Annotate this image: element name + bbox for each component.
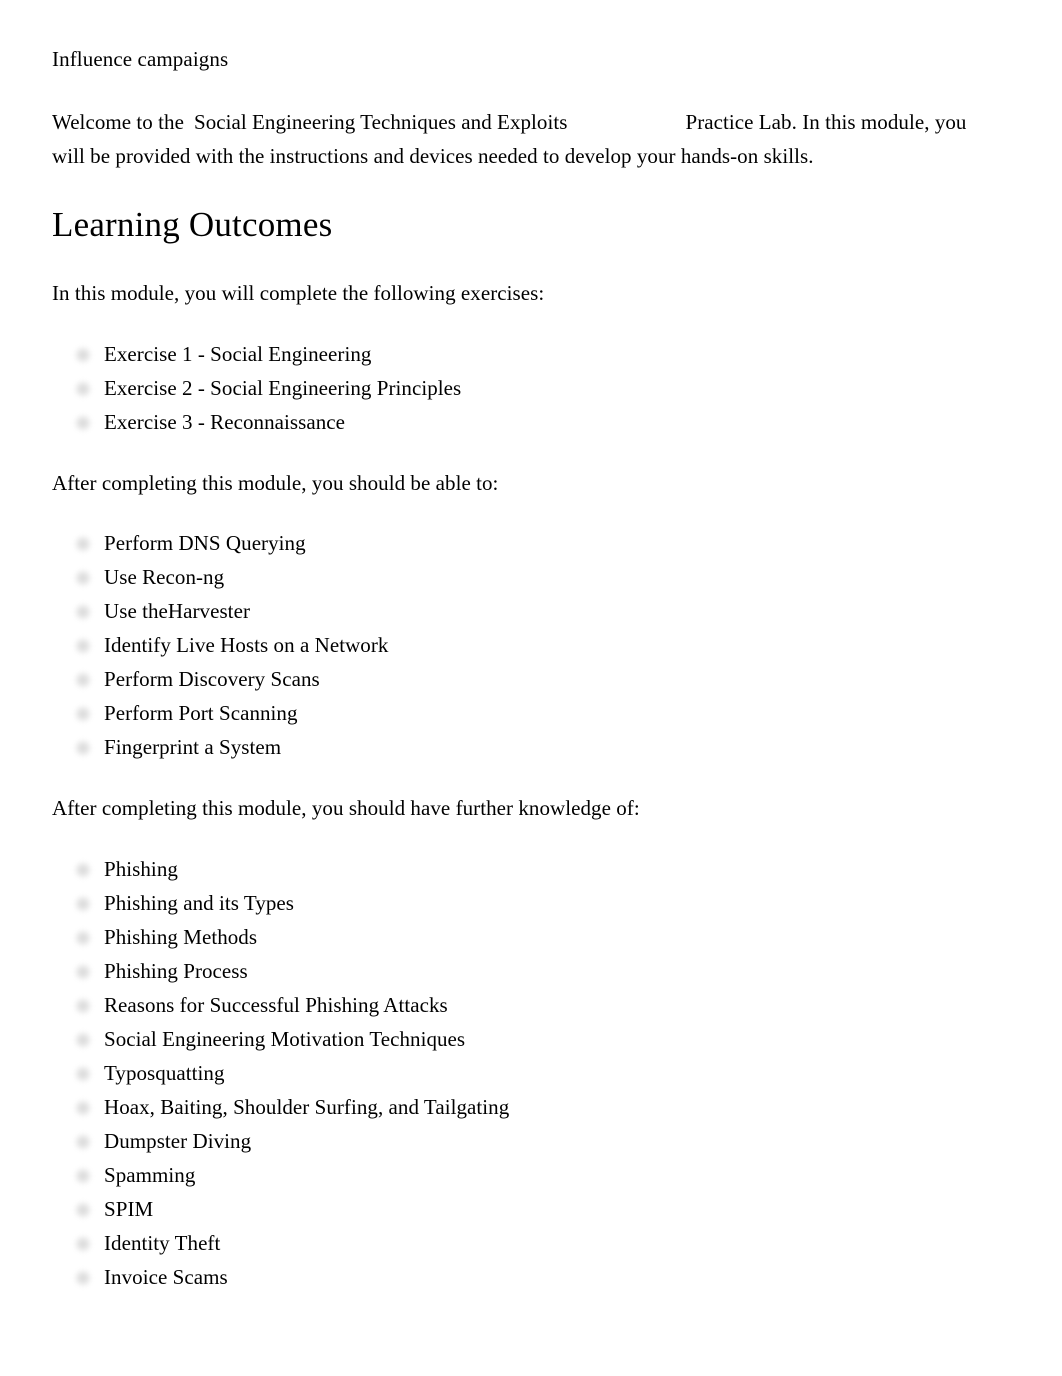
list-item-label: SPIM [104, 1196, 154, 1221]
list-item-label: Invoice Scams [104, 1264, 228, 1289]
bullet-marker-icon [74, 569, 92, 587]
bullet-marker-icon [74, 1098, 92, 1117]
list-item: Phishing Process [52, 954, 1010, 988]
lab-name: Social Engineering Techniques and Exploi… [193, 110, 568, 134]
list-item: Phishing [52, 852, 1010, 886]
list-item: Dumpster Diving [52, 1124, 1010, 1158]
list-item-label: Exercise 2 - Social Engineering Principl… [104, 375, 462, 400]
bullet-marker-icon [74, 860, 92, 879]
knowledge-intro-paragraph: After completing this module, you should… [52, 796, 640, 820]
bullet-marker-icon [74, 1166, 92, 1185]
list-item: Exercise 2 - Social Engineering Principl… [52, 371, 1010, 405]
list-item-label: Perform Port Scanning [104, 701, 298, 725]
list-item: Fingerprint a System [52, 730, 1010, 764]
intro-before-lab-name: Welcome to the [52, 110, 184, 134]
bullet-marker-icon [74, 996, 92, 1015]
objectives-intro-paragraph: After completing this module, you should… [52, 470, 499, 495]
bullet-marker-icon [74, 535, 92, 553]
document-page: Influence campaigns Welcome to the Social… [0, 0, 1062, 1376]
list-item-label: Identify Live Hosts on a Network [104, 633, 389, 657]
list-item-label: Exercise 1 - Social Engineering [104, 341, 372, 366]
list-item-label: Social Engineering Motivation Techniques [104, 1026, 466, 1051]
page-title: Influence campaigns [52, 47, 229, 71]
list-item-label: Identity Theft [104, 1230, 221, 1255]
list-item: Social Engineering Motivation Techniques [52, 1022, 1010, 1056]
list-item-label: Phishing Process [104, 958, 248, 983]
list-item: Invoice Scams [52, 1260, 1010, 1294]
list-item: Spamming [52, 1158, 1010, 1192]
list-item: Identify Live Hosts on a Network [52, 628, 1010, 662]
bullet-marker-icon [74, 739, 92, 757]
list-item: Phishing and its Types [52, 886, 1010, 920]
list-item-label: Fingerprint a System [104, 735, 282, 759]
bullet-marker-icon [74, 1064, 92, 1083]
list-item-label: Phishing Methods [104, 924, 258, 949]
bullet-marker-icon [74, 379, 92, 398]
bullet-marker-icon [74, 413, 92, 432]
list-item-label: Phishing and its Types [104, 890, 295, 915]
list-item-label: Reasons for Successful Phishing Attacks [104, 992, 448, 1017]
list-item: Typosquatting [52, 1056, 1010, 1090]
section-heading-learning-outcomes: Learning Outcomes [52, 205, 333, 244]
list-item-label: Use Recon-ng [104, 565, 225, 589]
list-item: Perform DNS Querying [52, 526, 1010, 560]
list-item-label: Perform Discovery Scans [104, 667, 320, 691]
list-item: Use Recon-ng [52, 560, 1010, 594]
list-item: Exercise 3 - Reconnaissance [52, 405, 1010, 439]
list-item-label: Typosquatting [104, 1060, 225, 1085]
bullet-marker-icon [74, 705, 92, 723]
list-item: Perform Port Scanning [52, 696, 1010, 730]
intro-paragraph: Welcome to the Social Engineering Techniq… [52, 106, 982, 173]
bullet-marker-icon [74, 1200, 92, 1219]
bullet-marker-icon [74, 671, 92, 689]
list-item: Phishing Methods [52, 920, 1010, 954]
bullet-marker-icon [74, 1030, 92, 1049]
bullet-marker-icon [74, 637, 92, 655]
list-item: Reasons for Successful Phishing Attacks [52, 988, 1010, 1022]
list-item-label: Phishing [104, 856, 178, 881]
list-item: Use theHarvester [52, 594, 1010, 628]
bullet-marker-icon [74, 894, 92, 913]
list-item: Perform Discovery Scans [52, 662, 1010, 696]
exercises-intro-paragraph: In this module, you will complete the fo… [52, 281, 545, 305]
bullet-marker-icon [74, 345, 92, 364]
bullet-marker-icon [74, 928, 92, 947]
list-item-label: Use theHarvester [104, 599, 250, 623]
list-item-label: Exercise 3 - Reconnaissance [104, 409, 345, 434]
list-item: Exercise 1 - Social Engineering [52, 337, 1010, 371]
bullet-marker-icon [74, 962, 92, 981]
bullet-marker-icon [74, 603, 92, 621]
list-item: Identity Theft [52, 1226, 1010, 1260]
list-item-label: Hoax, Baiting, Shoulder Surfing, and Tai… [104, 1094, 510, 1119]
objectives-list: Perform DNS Querying Use Recon-ng Use th… [52, 526, 1010, 764]
list-item: Hoax, Baiting, Shoulder Surfing, and Tai… [52, 1090, 1010, 1124]
bullet-marker-icon [74, 1234, 92, 1253]
list-item-label: Dumpster Diving [104, 1128, 252, 1153]
list-item: SPIM [52, 1192, 1010, 1226]
bullet-marker-icon [74, 1268, 92, 1287]
bullet-marker-icon [74, 1132, 92, 1151]
exercises-list: Exercise 1 - Social Engineering Exercise… [52, 337, 1010, 439]
list-item-label: Perform DNS Querying [104, 531, 306, 555]
list-item-label: Spamming [104, 1162, 196, 1187]
knowledge-list: Phishing Phishing and its Types Phishing… [52, 852, 1010, 1294]
